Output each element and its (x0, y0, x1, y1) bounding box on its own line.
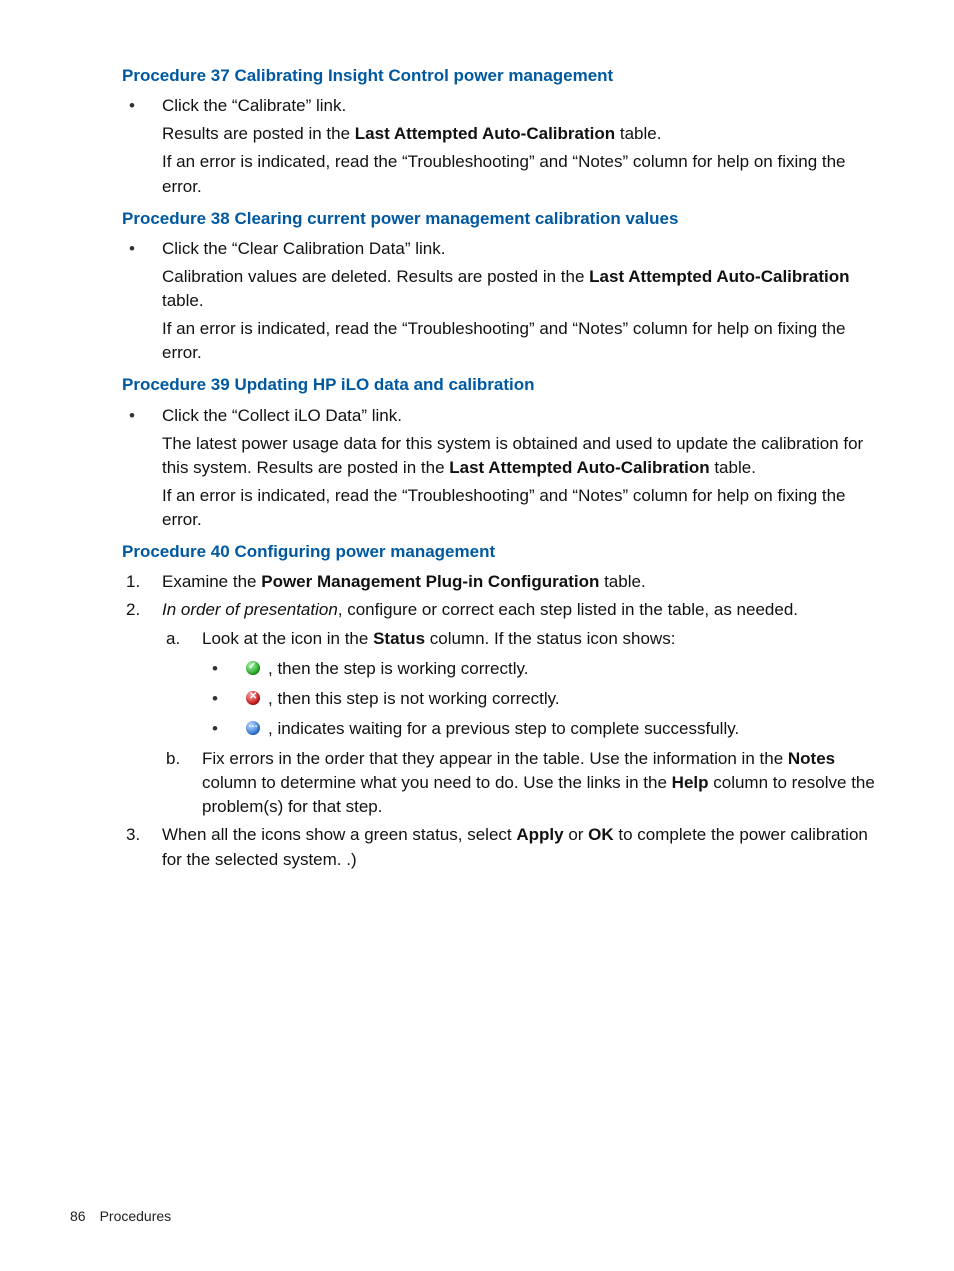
proc38-error: If an error is indicated, read the “Trou… (162, 317, 884, 365)
italic-text: In order of presentation (162, 600, 338, 619)
proc38-step: Click the “Clear Calibration Data” link.… (122, 237, 884, 366)
text: Look at the icon in the (202, 629, 373, 648)
text: or (564, 825, 589, 844)
page-number: 86 (70, 1208, 86, 1224)
text: column. If the status icon shows: (425, 629, 675, 648)
text: , then the step is working correctly. (268, 659, 528, 678)
proc38-click: Click the “Clear Calibration Data” link. (162, 237, 884, 261)
procedure-39-title: Procedure 39 Updating HP iLO data and ca… (122, 373, 884, 397)
procedure-38-title: Procedure 38 Clearing current power mana… (122, 207, 884, 231)
procedure-40-title: Procedure 40 Configuring power managemen… (122, 540, 884, 564)
footer: 86 Procedures (70, 1207, 171, 1227)
bold-text: Last Attempted Auto-Calibration (355, 124, 615, 143)
proc37-step: Click the “Calibrate” link. Results are … (122, 94, 884, 199)
text: When all the icons show a green status, … (162, 825, 516, 844)
bold-text: Notes (788, 749, 835, 768)
status-ok-icon (246, 661, 260, 675)
footer-section: Procedures (100, 1208, 172, 1224)
status-ok-item: , then the step is working correctly. (202, 657, 884, 681)
text: Results are posted in the (162, 124, 355, 143)
proc40-step2: In order of presentation, configure or c… (122, 598, 884, 819)
proc38-result: Calibration values are deleted. Results … (162, 265, 884, 313)
status-wait-item: , indicates waiting for a previous step … (202, 717, 884, 741)
procedure-37-title: Procedure 37 Calibrating Insight Control… (122, 64, 884, 88)
text: Examine the (162, 572, 261, 591)
bold-text: Power Management Plug-in Configuration (261, 572, 599, 591)
text: table. (615, 124, 661, 143)
text: , then this step is not working correctl… (268, 689, 560, 708)
proc40-step2b: Fix errors in the order that they appear… (162, 747, 884, 819)
text: table. (599, 572, 645, 591)
bold-text: OK (588, 825, 614, 844)
proc37-click: Click the “Calibrate” link. (162, 94, 884, 118)
bold-text: Last Attempted Auto-Calibration (449, 458, 709, 477)
bold-text: Status (373, 629, 425, 648)
text: , configure or correct each step listed … (338, 600, 798, 619)
proc37-error: If an error is indicated, read the “Trou… (162, 150, 884, 198)
text: Fix errors in the order that they appear… (202, 749, 788, 768)
proc39-result: The latest power usage data for this sys… (162, 432, 884, 480)
text: table. (710, 458, 756, 477)
text: column to determine what you need to do.… (202, 773, 672, 792)
status-waiting-icon (246, 721, 260, 735)
text: table. (162, 291, 204, 310)
bold-text: Help (672, 773, 709, 792)
proc40-step3: When all the icons show a green status, … (122, 823, 884, 871)
proc39-error: If an error is indicated, read the “Trou… (162, 484, 884, 532)
text: Calibration values are deleted. Results … (162, 267, 589, 286)
bold-text: Last Attempted Auto-Calibration (589, 267, 849, 286)
status-err-item: , then this step is not working correctl… (202, 687, 884, 711)
bold-text: Apply (516, 825, 563, 844)
proc40-step2a: Look at the icon in the Status column. I… (162, 627, 884, 742)
proc39-click: Click the “Collect iLO Data” link. (162, 404, 884, 428)
proc39-step: Click the “Collect iLO Data” link. The l… (122, 404, 884, 533)
status-error-icon (246, 691, 260, 705)
text: , indicates waiting for a previous step … (268, 719, 739, 738)
proc37-result: Results are posted in the Last Attempted… (162, 122, 884, 146)
proc40-step1: Examine the Power Management Plug-in Con… (122, 570, 884, 594)
